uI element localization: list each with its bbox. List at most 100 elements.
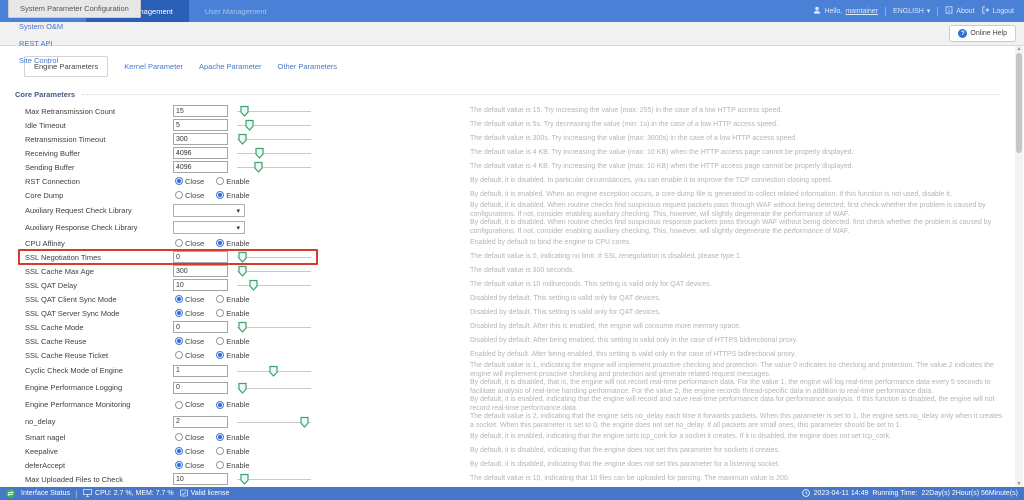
header-tab-user-management[interactable]: User Management [189, 0, 283, 22]
param-slider[interactable] [237, 321, 311, 333]
radio-enable[interactable]: Enable [216, 239, 249, 248]
radio-close[interactable]: Close [175, 351, 204, 360]
param-input[interactable] [173, 147, 228, 159]
radio-close[interactable]: Close [175, 433, 204, 442]
param-input[interactable] [173, 365, 228, 377]
radio-enable[interactable]: Enable [216, 433, 249, 442]
param-control: Close Enable [173, 351, 470, 360]
param-description: By default, it is enabled, indicating th… [470, 433, 1004, 442]
param-row-ssl-qat-server-sync-mode: SSL QAT Server Sync ModeCloseEnableDisab… [0, 306, 1024, 320]
radio-enable[interactable]: Enable [216, 447, 249, 456]
radio-close[interactable]: Close [175, 461, 204, 470]
radio-dot [216, 461, 224, 469]
online-help-button[interactable]: ? Online Help [949, 25, 1016, 42]
param-slider[interactable] [237, 382, 311, 394]
param-slider[interactable] [237, 279, 311, 291]
param-input[interactable] [173, 279, 228, 291]
param-description: The default value is 10 milliseconds. Th… [470, 281, 1004, 290]
radio-close[interactable]: Close [175, 400, 204, 409]
logout-button[interactable]: Logout [982, 6, 1014, 16]
about-button[interactable]: About [945, 6, 974, 16]
nav-item-rest-api[interactable]: REST API [8, 35, 141, 52]
param-label: SSL QAT Client Sync Mode [25, 295, 173, 304]
slider-track [237, 388, 311, 389]
radio-label: Enable [226, 309, 249, 318]
param-slider[interactable] [237, 365, 311, 377]
param-slider[interactable] [237, 133, 311, 145]
radio-enable[interactable]: Enable [216, 309, 249, 318]
slider-thumb-icon[interactable] [240, 105, 249, 117]
param-slider[interactable] [237, 119, 311, 131]
param-slider[interactable] [237, 105, 311, 117]
param-slider[interactable] [237, 265, 311, 277]
scroll-up-icon[interactable]: ▲ [1015, 46, 1023, 52]
param-row-idle-timeout: Idle TimeoutThe default value is 5s. Try… [0, 118, 1024, 132]
radio-close[interactable]: Close [175, 309, 204, 318]
radio-enable[interactable]: Enable [216, 461, 249, 470]
slider-thumb-icon[interactable] [238, 265, 247, 277]
param-select[interactable]: ▾ [173, 204, 245, 217]
param-input[interactable] [173, 133, 228, 145]
param-control [173, 365, 470, 377]
param-slider[interactable] [237, 147, 311, 159]
param-input[interactable] [173, 473, 228, 485]
radio-close[interactable]: Close [175, 337, 204, 346]
radio-enable[interactable]: Enable [216, 400, 249, 409]
scrollbar-thumb[interactable] [1016, 53, 1022, 153]
param-description: The default value is 300s. Try increasin… [470, 135, 1004, 144]
slider-thumb-icon[interactable] [300, 416, 309, 428]
slider-thumb-icon[interactable] [240, 473, 249, 485]
param-slider[interactable] [237, 416, 311, 428]
radio-close[interactable]: Close [175, 177, 204, 186]
radio-dot [216, 351, 224, 359]
radio-close[interactable]: Close [175, 239, 204, 248]
radio-close[interactable]: Close [175, 447, 204, 456]
param-row-keepalive: KeepaliveCloseEnableBy default, it is di… [0, 444, 1024, 458]
radio-close[interactable]: Close [175, 295, 204, 304]
nav-item-site-control[interactable]: Site Control [8, 52, 141, 69]
param-description: Disabled by default. This setting is val… [470, 309, 1004, 318]
slider-thumb-icon[interactable] [238, 133, 247, 145]
slider-thumb-icon[interactable] [254, 161, 263, 173]
radio-enable[interactable]: Enable [216, 337, 249, 346]
slider-thumb-icon[interactable] [245, 119, 254, 131]
tab-apache-parameter[interactable]: Apache Parameter [199, 57, 262, 76]
slider-thumb-icon[interactable] [238, 321, 247, 333]
param-input[interactable] [173, 161, 228, 173]
nav-item-system-o-m[interactable]: System O&M [8, 18, 141, 35]
slider-thumb-icon[interactable] [255, 147, 264, 159]
param-input[interactable] [173, 251, 228, 263]
param-input[interactable] [173, 382, 228, 394]
nav-item-system-parameter-configuration[interactable]: System Parameter Configuration [8, 0, 141, 18]
param-slider[interactable] [237, 251, 311, 263]
divider [885, 7, 886, 16]
radio-label: Enable [226, 337, 249, 346]
slider-thumb-icon[interactable] [238, 251, 247, 263]
param-input[interactable] [173, 265, 228, 277]
slider-thumb-icon[interactable] [249, 279, 258, 291]
radio-dot [175, 239, 183, 247]
interface-status-label[interactable]: Interface Status [21, 490, 70, 497]
language-selector[interactable]: ENGLISH ▾ [893, 7, 930, 15]
radio-enable[interactable]: Enable [216, 191, 249, 200]
param-description: By default, it is enabled, indicating th… [470, 396, 1004, 413]
radio-enable[interactable]: Enable [216, 177, 249, 186]
param-input[interactable] [173, 321, 228, 333]
param-slider[interactable] [237, 161, 311, 173]
param-input[interactable] [173, 416, 228, 428]
radio-close[interactable]: Close [175, 191, 204, 200]
radio-label: Close [185, 337, 204, 346]
param-input[interactable] [173, 119, 228, 131]
slider-thumb-icon[interactable] [238, 382, 247, 394]
param-row-receiving-buffer: Receiving BufferThe default value is 4 K… [0, 146, 1024, 160]
param-input[interactable] [173, 105, 228, 117]
vertical-scrollbar[interactable]: ▲ ▼ [1015, 46, 1023, 487]
param-slider[interactable] [237, 473, 311, 485]
radio-dot [175, 461, 183, 469]
radio-enable[interactable]: Enable [216, 295, 249, 304]
radio-enable[interactable]: Enable [216, 351, 249, 360]
param-select[interactable]: ▾ [173, 221, 245, 234]
username-link[interactable]: maintainer [845, 8, 878, 15]
slider-thumb-icon[interactable] [269, 365, 278, 377]
tab-other-parameters[interactable]: Other Parameters [278, 57, 338, 76]
